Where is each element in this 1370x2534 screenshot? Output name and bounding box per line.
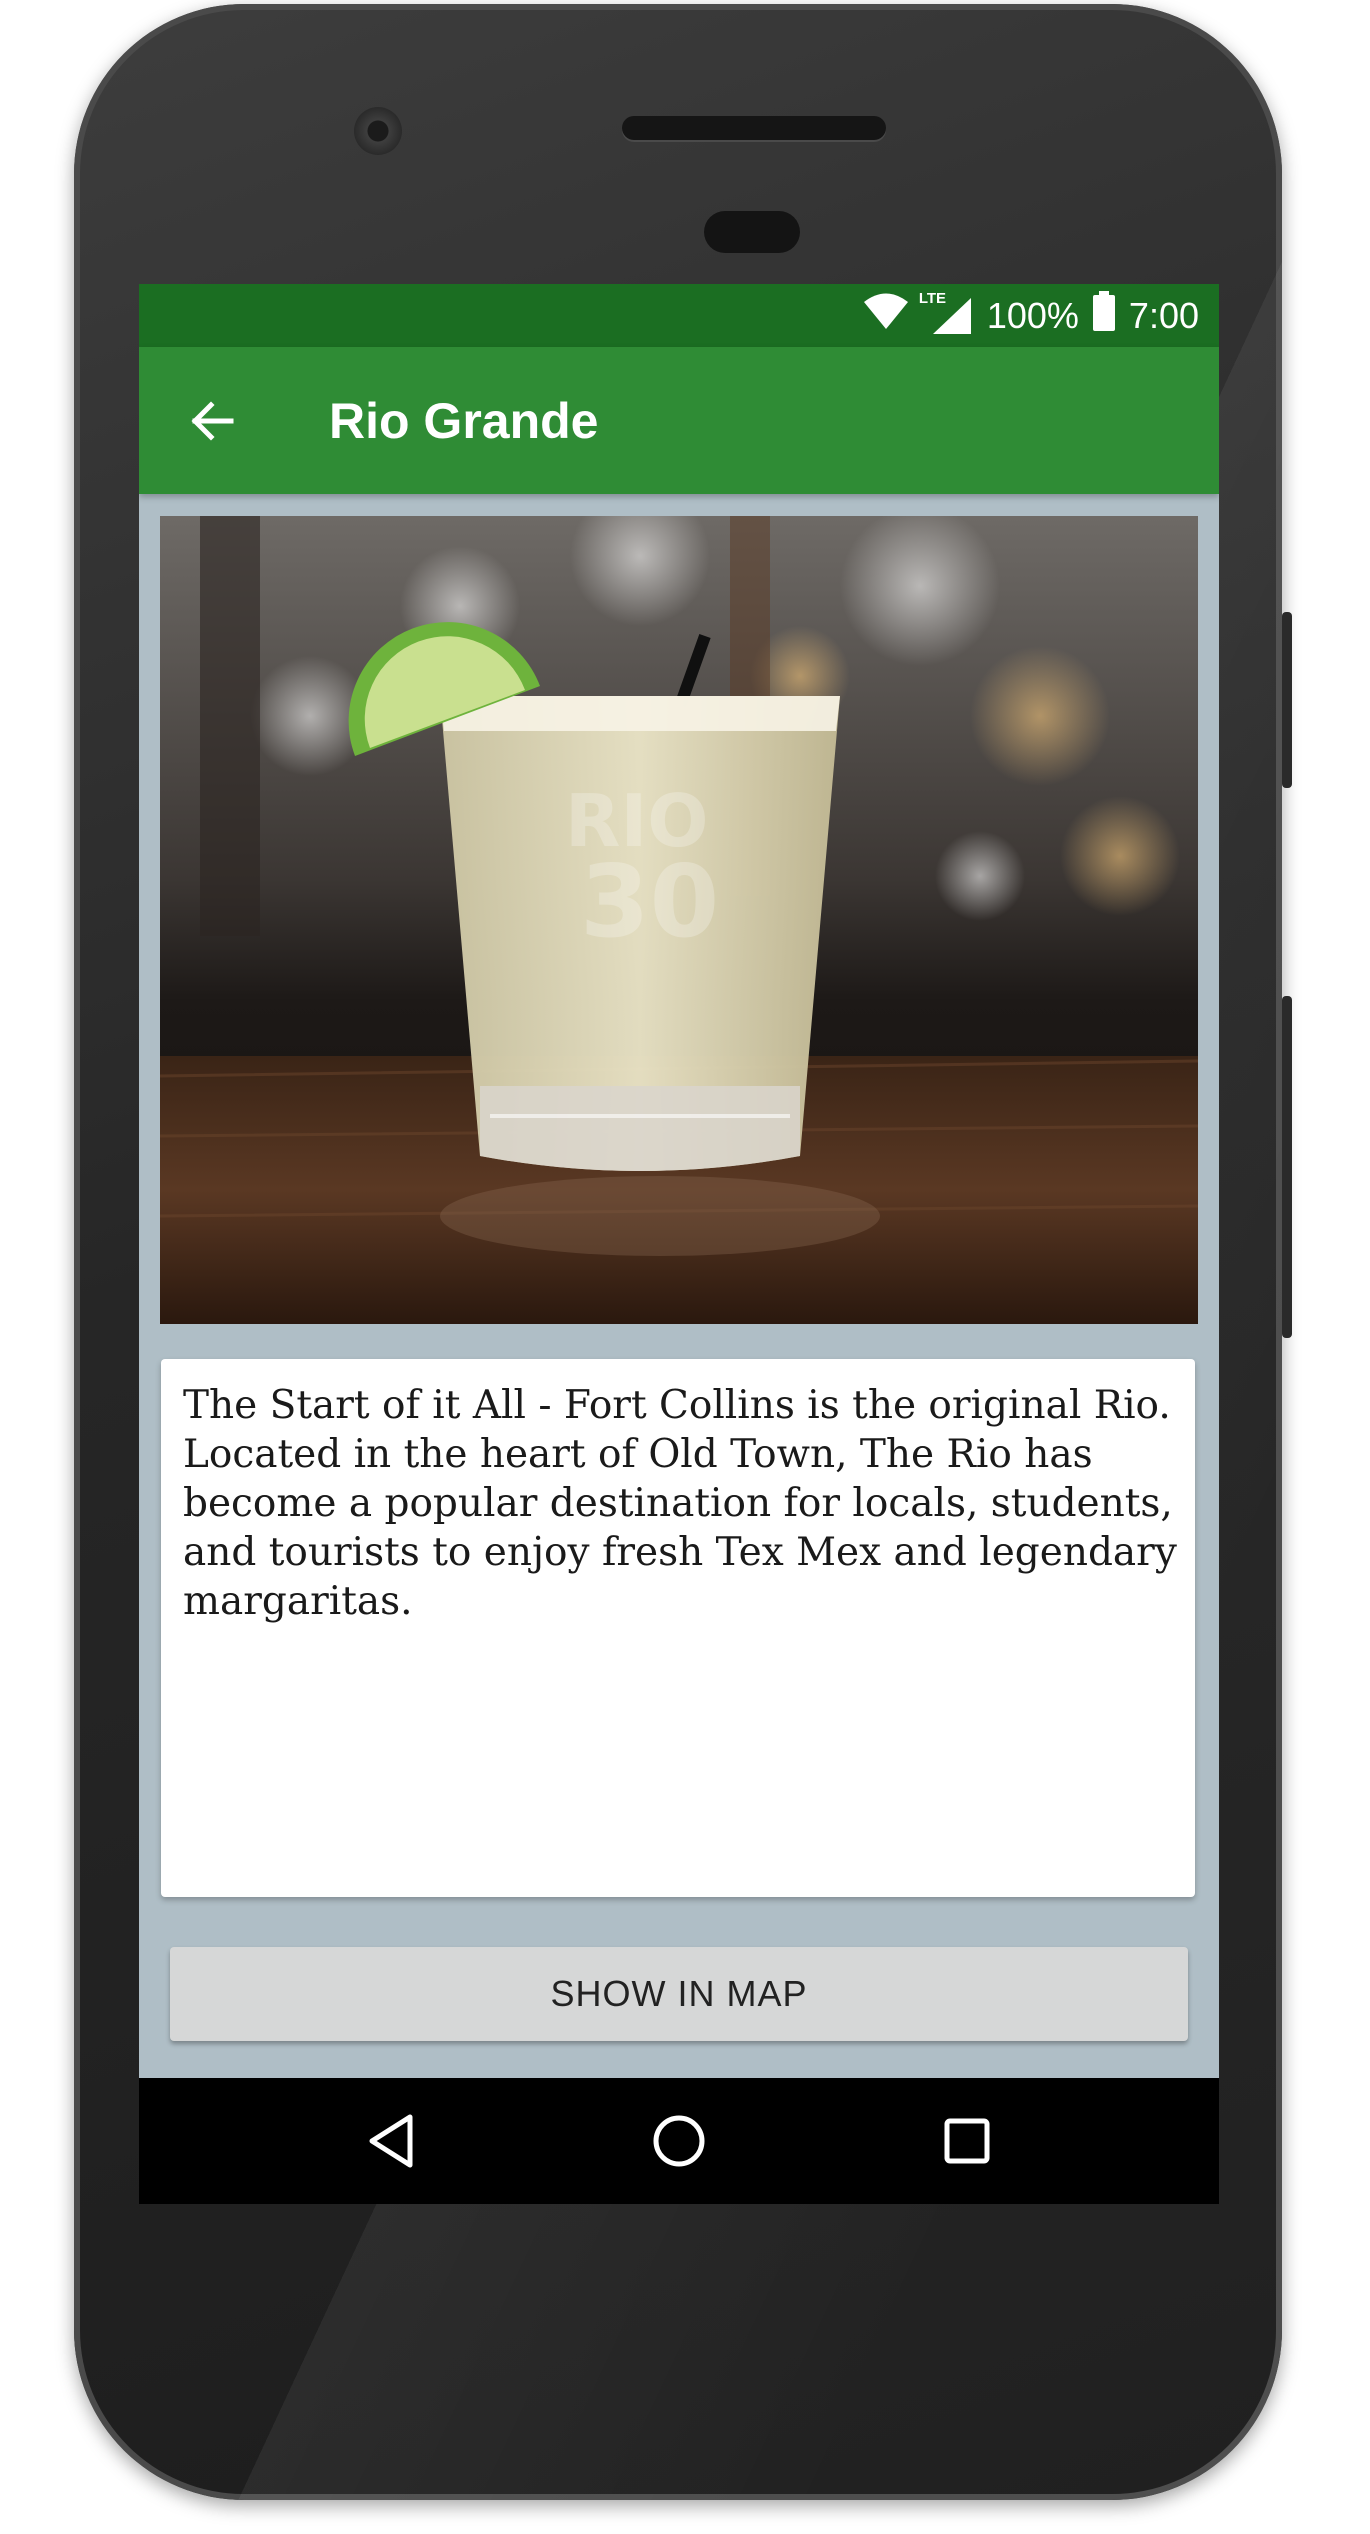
nav-recents-button[interactable] [927,2101,1007,2181]
proximity-sensor [704,211,800,253]
navigation-bar [139,2078,1219,2204]
nav-back-button[interactable] [351,2101,431,2181]
network-label: LTE [918,289,947,307]
app-bar: Rio Grande [139,347,1219,494]
status-bar: LTE 100% 7:00 [139,284,1219,347]
screen: LTE 100% 7:00 Rio Grande RIO 30 The Star… [139,284,1219,2204]
clock: 7:00 [1128,294,1199,336]
battery-icon [1092,291,1115,340]
nav-home-icon [653,2115,705,2167]
battery-percent: 100% [986,294,1079,336]
page-title: Rio Grande [329,393,599,449]
nav-recents-icon [944,2118,990,2164]
wifi-icon [863,291,909,340]
back-button[interactable] [179,389,243,453]
arrow-back-icon [191,401,234,441]
signal-icon: LTE [919,290,973,336]
front-camera [354,107,402,155]
show-in-map-button[interactable]: SHOW IN MAP [170,1947,1188,2041]
margarita-image: RIO 30 [160,516,1198,1324]
description-card: The Start of it All - Fort Collins is th… [161,1359,1195,1897]
svg-text:30: 30 [580,843,719,960]
power-button [1282,612,1292,788]
nav-home-button[interactable] [639,2101,719,2181]
description-text: The Start of it All - Fort Collins is th… [183,1383,1177,1624]
nav-back-icon [369,2114,413,2168]
earpiece-speaker [622,116,886,140]
volume-button [1282,996,1292,1338]
